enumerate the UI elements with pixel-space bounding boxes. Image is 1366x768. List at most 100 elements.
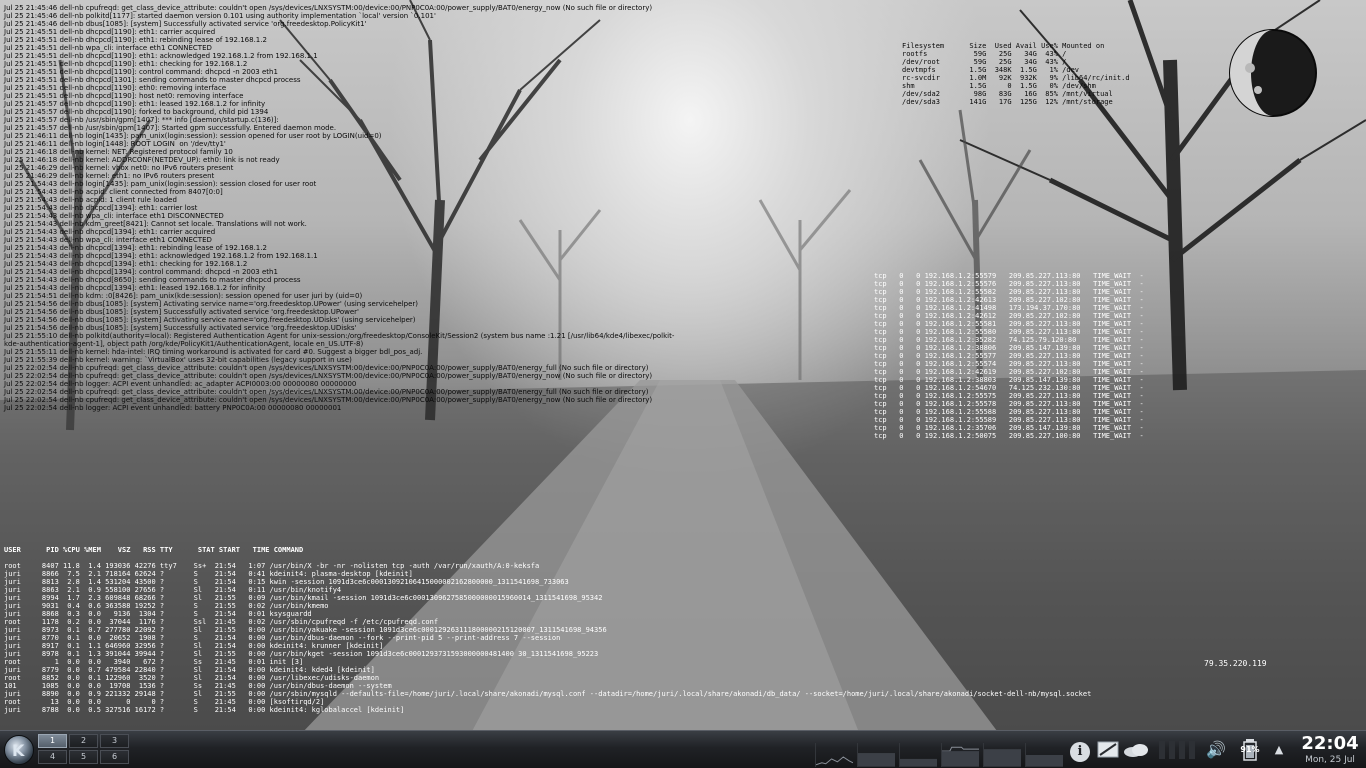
moon-phase-icon xyxy=(1229,29,1317,117)
kde-menu-button[interactable]: K xyxy=(4,735,34,765)
netstat-row: tcp 0 0 192.168.1.2:55577 209.85.227.113… xyxy=(874,352,1144,360)
syslog-line: Jul 25 21:45:51 dell-nb dhcpcd[1190]: et… xyxy=(4,36,267,44)
tray-expand-arrow-icon[interactable]: ▲ xyxy=(1270,735,1288,765)
disk-usage-row: /dev/root 59G 25G 34G 43% / xyxy=(902,58,1067,66)
process-row: juri 8866 7.5 2.1 718164 62624 ? S 21:54… xyxy=(4,570,413,578)
desktop-6[interactable]: 6 xyxy=(100,750,129,764)
syslog-line: Jul 25 21:45:51 dell-nb wpa_cli: interfa… xyxy=(4,44,212,52)
netstat-row: tcp 0 0 192.168.1.2:42613 209.85.227.102… xyxy=(874,296,1144,304)
process-row: juri 8868 0.3 0.0 9136 1304 ? S 21:54 0:… xyxy=(4,610,312,618)
syslog-line: Jul 25 21:45:57 dell-nb /usr/sbin/gpm[14… xyxy=(4,116,279,124)
system-tray: i 🔊 91% ▲ xyxy=(1068,735,1290,765)
netstat-row: tcp 0 0 192.168.1.2:55580 209.85.227.113… xyxy=(874,328,1144,336)
netstat-row: tcp 0 0 192.168.1.2:55578 209.85.227.113… xyxy=(874,400,1144,408)
syslog-line: Jul 25 21:46:11 dell-nb login[1448]: ROO… xyxy=(4,140,226,148)
desktop-4[interactable]: 4 xyxy=(38,750,67,764)
process-row: juri 8917 0.1 1.1 646960 32956 ? Sl 21:5… xyxy=(4,642,384,650)
desktop-2[interactable]: 2 xyxy=(69,734,98,748)
syslog-line: Jul 25 21:45:51 dell-nb dhcpcd[1190]: et… xyxy=(4,28,216,36)
digital-clock[interactable]: 22:04 Mon, 25 Jul xyxy=(1296,734,1364,766)
syslog-line: Jul 25 22:02:54 dell-nb logger: ACPI eve… xyxy=(4,380,357,388)
network-icon xyxy=(1097,741,1119,758)
syslog-line: Jul 25 21:54:56 dell-nb dbus[1085]: [sys… xyxy=(4,316,416,324)
netstat-row: tcp 0 0 192.168.1.2:55582 209.85.227.113… xyxy=(874,288,1144,296)
syslog-line: Jul 25 21:45:46 dell-nb dbus[1085]: [sys… xyxy=(4,20,367,28)
network-manager-icon[interactable] xyxy=(1096,735,1120,765)
clock-date: Mon, 25 Jul xyxy=(1305,755,1355,765)
syslog-line: Jul 25 21:45:51 dell-nb dhcpcd[1190]: et… xyxy=(4,84,227,92)
syslog-line: Jul 25 22:02:54 dell-nb cpufreqd: get_cl… xyxy=(4,388,649,396)
netstat-conky: tcp 0 0 192.168.1.2:55579 209.85.227.113… xyxy=(874,272,1144,440)
syslog-line: Jul 25 21:55:39 dell-nb kernel: warning:… xyxy=(4,356,352,364)
notifications-info-icon[interactable]: i xyxy=(1068,735,1092,765)
process-row: juri 8788 0.0 0.5 327516 16172 ? S 21:54… xyxy=(4,706,405,714)
kde-panel: K 1 2 3 4 5 6 i 🔊 91% ▲ 22:04 Mon, 25 Ju… xyxy=(0,730,1366,768)
process-list-conky: USER PID %CPU %MEM VSZ RSS TTY STAT STAR… xyxy=(4,530,1091,714)
kde-logo-icon: K xyxy=(12,741,25,760)
syslog-line: Jul 25 21:45:57 dell-nb /usr/sbin/gpm[14… xyxy=(4,124,337,132)
syslog-line: Jul 25 21:54:43 dell-nb acpid: 1 client … xyxy=(4,196,177,204)
info-glyph: i xyxy=(1070,742,1090,762)
netstat-row: tcp 0 0 192.168.1.2:55574 209.85.227.113… xyxy=(874,360,1144,368)
syslog-line: Jul 25 21:45:51 dell-nb dhcpcd[1301]: se… xyxy=(4,76,301,84)
syslog-line: Jul 25 21:45:51 dell-nb dhcpcd[1190]: et… xyxy=(4,60,248,68)
netstat-row: tcp 0 0 192.168.1.2:35282 74.125.79.120:… xyxy=(874,336,1144,344)
netstat-row: tcp 0 0 192.168.1.2:54670 74.125.232.130… xyxy=(874,384,1144,392)
syslog-line: Jul 25 22:02:54 dell-nb logger: ACPI eve… xyxy=(4,404,342,412)
desktop-pager: 1 2 3 4 5 6 xyxy=(38,734,132,766)
disk-usage-row: shm 1.5G 0 1.5G 0% /dev/shm xyxy=(902,82,1096,90)
syslog-line: Jul 25 21:54:43 dell-nb acpid: client co… xyxy=(4,188,223,196)
syslog-line: Jul 25 21:46:11 dell-nb login[1435]: pam… xyxy=(4,132,382,140)
process-row: juri 8770 0.1 0.0 20652 1908 ? S 21:54 0… xyxy=(4,634,561,642)
syslog-line: Jul 25 21:54:43 dell-nb dhcpcd[1394]: et… xyxy=(4,260,248,268)
syslog-line: Jul 25 21:54:43 dell-nb wpa_cli: interfa… xyxy=(4,236,212,244)
desktop-3[interactable]: 3 xyxy=(100,734,129,748)
disk-usage-row: devtmpfs 1.5G 348K 1.5G 1% /dev xyxy=(902,66,1080,74)
process-row: juri 8994 1.7 2.3 609848 68266 ? Sl 21:5… xyxy=(4,594,603,602)
syslog-line: Jul 25 21:45:46 dell-nb polkitd[1177]: s… xyxy=(4,12,436,20)
system-monitor-graphs[interactable] xyxy=(815,743,1065,767)
netstat-row: tcp 0 0 192.168.1.2:50075 209.85.227.100… xyxy=(874,432,1144,440)
syslog-line: Jul 25 21:55:10 dell-nb polkitd(authorit… xyxy=(4,332,675,340)
disk-usage-row: Filesystem Size Used Avail Use% Mounted … xyxy=(902,42,1105,50)
syslog-line: Jul 25 21:54:43 dell-nb dhcpcd[1394]: et… xyxy=(4,228,216,236)
desktop-5[interactable]: 5 xyxy=(69,750,98,764)
syslog-line: Jul 25 21:54:51 dell-nb kdm: :0[8426]: p… xyxy=(4,292,363,300)
syslog-conky: Jul 25 21:45:46 dell-nb cpufreqd: get_cl… xyxy=(4,4,674,412)
syslog-line: Jul 25 21:45:57 dell-nb dhcpcd[1190]: fo… xyxy=(4,108,269,116)
syslog-line: Jul 25 21:54:43 dell-nb dhcpcd[1394]: et… xyxy=(4,244,267,252)
syslog-line: Jul 25 21:54:43 dell-nb dhcpcd[1394]: co… xyxy=(4,268,278,276)
syslog-line: Jul 25 21:54:43 dell-nb dhcpcd[8650]: se… xyxy=(4,276,301,284)
process-list-header: USER PID %CPU %MEM VSZ RSS TTY STAT STAR… xyxy=(4,546,304,554)
netstat-row: tcp 0 0 192.168.1.2:38803 209.85.147.139… xyxy=(874,376,1144,384)
process-row: juri 9031 0.4 0.6 363588 19252 ? S 21:55… xyxy=(4,602,329,610)
netstat-row: tcp 0 0 192.168.1.2:35706 209.85.147.139… xyxy=(874,424,1144,432)
disk-usage-row: rc-svcdir 1.0M 92K 932K 9% /lib64/rc/ini… xyxy=(902,74,1130,82)
network-graph xyxy=(941,743,979,767)
process-row: 101 1085 0.0 0.0 19708 1536 ? Ss 21:45 0… xyxy=(4,682,392,690)
process-row: juri 8890 0.0 0.9 221332 29148 ? Sl 21:5… xyxy=(4,690,1092,698)
desktop-1[interactable]: 1 xyxy=(38,734,67,748)
process-row: root 13 0.0 0.0 0 0 ? S 21:45 0:00 [ksof… xyxy=(4,698,325,706)
syslog-line: Jul 25 21:54:43 dell-nb wpa_cli: interfa… xyxy=(4,212,224,220)
volume-icon[interactable]: 🔊 xyxy=(1202,735,1230,765)
syslog-line: Jul 25 21:45:51 dell-nb dhcpcd[1190]: ho… xyxy=(4,92,244,100)
memory-graph xyxy=(857,743,895,767)
public-ip-address: 79.35.220.119 xyxy=(1204,659,1267,668)
weather-cloud-icon[interactable] xyxy=(1122,735,1152,765)
syslog-line: Jul 25 21:54:56 dell-nb dbus[1085]: [sys… xyxy=(4,300,419,308)
battery-monitor[interactable]: 91% xyxy=(1234,735,1266,765)
disk-usage-row: rootfs 59G 25G 34G 43% / xyxy=(902,50,1067,58)
disk-usage-row: /dev/sda3 141G 17G 125G 12% /mnt/storage xyxy=(902,98,1113,106)
netstat-row: tcp 0 0 192.168.1.2:55576 209.85.227.113… xyxy=(874,280,1144,288)
netstat-row: tcp 0 0 192.168.1.2:41498 173.194.37.170… xyxy=(874,304,1144,312)
syslog-line: Jul 25 21:46:29 dell-nb kernel: vbox net… xyxy=(4,164,234,172)
netstat-row: tcp 0 0 192.168.1.2:42619 209.85.227.102… xyxy=(874,368,1144,376)
process-row: root 1178 0.2 0.0 37044 1176 ? Ssl 21:45… xyxy=(4,618,439,626)
cloud-icon xyxy=(1124,744,1148,757)
syslog-line: Jul 25 21:54:43 dell-nb login[1435]: pam… xyxy=(4,180,317,188)
syslog-line: Jul 25 22:02:54 dell-nb cpufreqd: get_cl… xyxy=(4,364,649,372)
syslog-line: Jul 25 21:54:56 dell-nb dbus[1085]: [sys… xyxy=(4,324,357,332)
process-row: juri 8863 2.1 0.9 558100 27656 ? Sl 21:5… xyxy=(4,586,342,594)
audio-levels-icon[interactable] xyxy=(1156,735,1198,765)
